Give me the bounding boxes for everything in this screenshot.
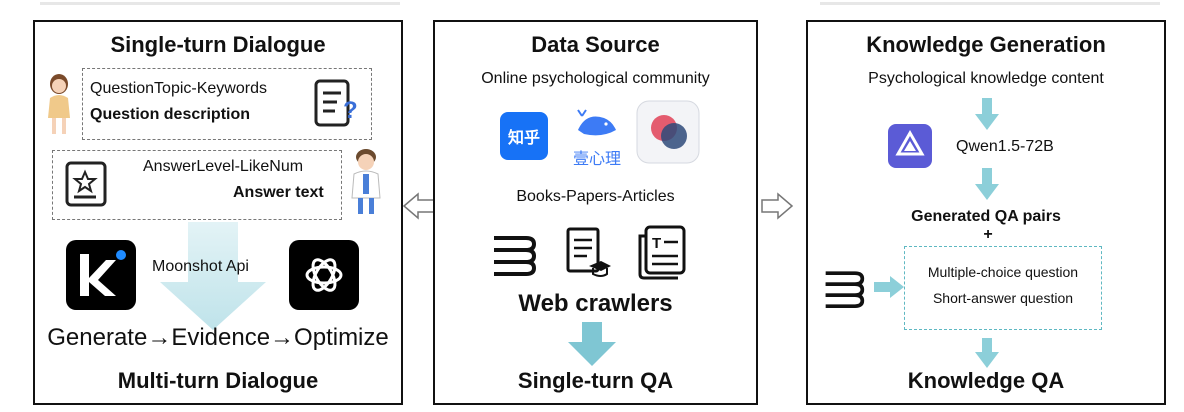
zhihu-logo-text: 知乎	[507, 130, 540, 147]
psychological-content-label: Psychological knowledge content	[868, 70, 1104, 87]
web-crawlers-label: Web crawlers	[518, 290, 673, 317]
down-arrow-right-3	[975, 338, 999, 368]
panel-title-single-turn-dialogue: Single-turn Dialogue	[110, 32, 326, 57]
books-stack-icon	[490, 228, 538, 276]
moonshot-kimi-logo-icon	[66, 240, 136, 310]
left-hollow-arrow-icon	[402, 192, 436, 220]
panel-bottom-knowledge-qa: Knowledge QA	[907, 368, 1065, 393]
qwen-model-label: Qwen1.5-72B	[956, 138, 1054, 155]
multiple-choice-label: Multiple-choice question	[927, 264, 1079, 280]
svg-text:?: ?	[343, 97, 358, 124]
online-community-label: Online psychological community	[481, 70, 710, 87]
plus-sign: +	[983, 226, 993, 243]
answer-meta-label: AnswerLevel-LikeNum	[143, 158, 304, 175]
question-description-label: Question description	[90, 106, 251, 123]
pipeline-label: Generate→Evidence→Optimize	[47, 324, 389, 351]
panel-title-knowledge-generation: Knowledge Generation	[866, 32, 1106, 57]
answer-text-label: Answer text	[233, 184, 324, 201]
question-meta-label: QuestionTopic-Keywords	[90, 80, 267, 97]
books-stack-icon-right	[822, 264, 866, 308]
svg-text:T: T	[652, 235, 661, 252]
answer-card-icon	[64, 158, 110, 210]
qwen-logo-icon	[888, 124, 932, 168]
down-arrow-right-1	[975, 98, 999, 130]
down-arrow-right-2	[975, 168, 999, 200]
openai-logo-icon	[289, 240, 359, 310]
down-arrow-middle	[566, 322, 618, 366]
qa-types-box	[904, 246, 1102, 330]
right-arrow-into-box	[874, 276, 904, 298]
question-document-icon: ?	[313, 78, 359, 130]
moonshot-api-label: Moonshot Api	[152, 258, 249, 275]
panel-title-data-source: Data Source	[531, 32, 660, 57]
xinli-logo-text: 壹心理	[572, 151, 621, 168]
cropped-header-strip	[0, 0, 1184, 10]
panel-bottom-multi-turn-dialogue: Multi-turn Dialogue	[117, 368, 319, 393]
community-app-logo-icon	[636, 100, 700, 164]
down-arrow-large	[158, 222, 268, 332]
whale-logo-icon	[572, 108, 622, 142]
woman-avatar-icon	[42, 72, 76, 138]
short-answer-label: Short-answer question	[932, 290, 1074, 306]
right-hollow-arrow-icon	[760, 192, 794, 220]
generated-qa-pairs-label: Generated QA pairs	[911, 208, 1061, 225]
article-document-icon: T	[636, 224, 690, 280]
books-papers-articles-label: Books-Papers-Articles	[516, 188, 675, 205]
panel-bottom-single-turn-qa: Single-turn QA	[517, 368, 674, 393]
doctor-avatar-icon	[348, 146, 384, 218]
academic-paper-icon	[565, 226, 611, 280]
